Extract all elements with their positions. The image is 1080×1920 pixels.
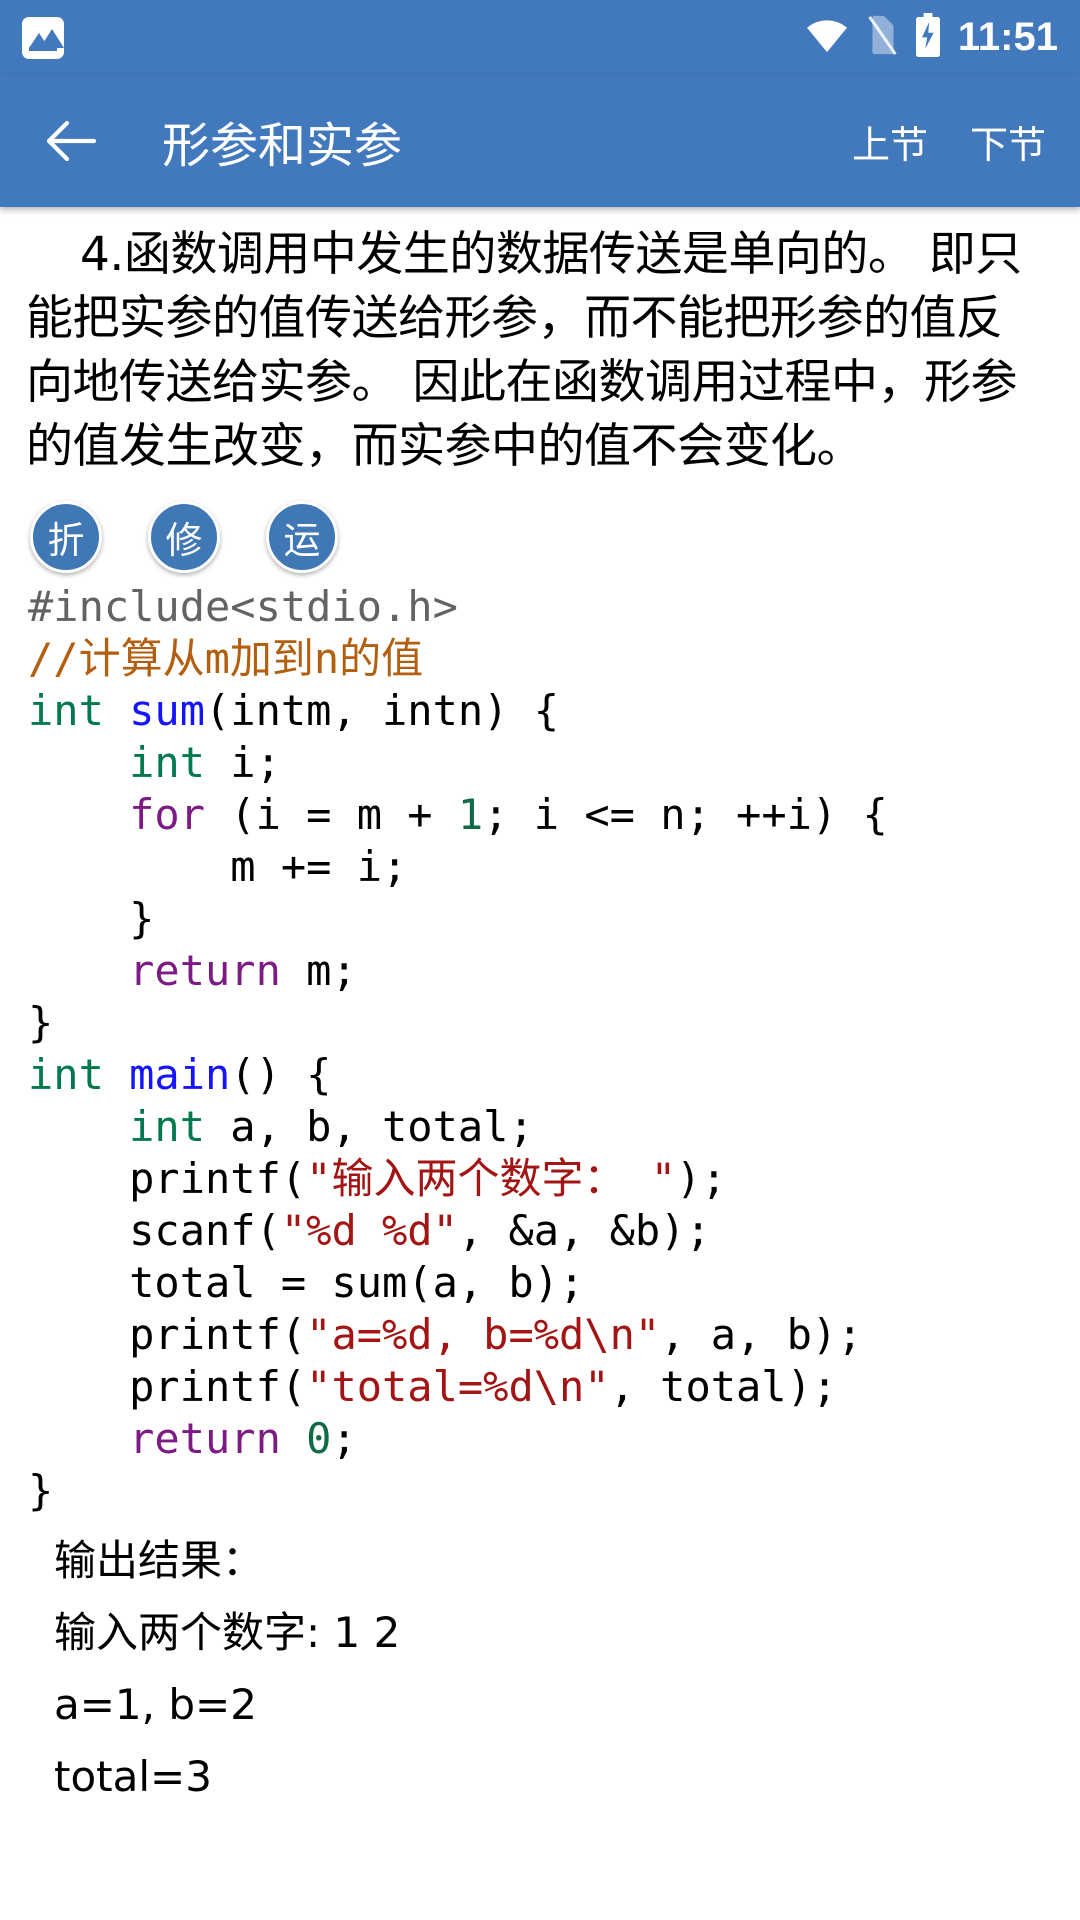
code-comment: //计算从m加到n的值 <box>28 634 424 683</box>
code-text: ; <box>331 1414 357 1463</box>
code-text: scanf( <box>28 1206 281 1255</box>
code-number: 1 <box>457 790 484 839</box>
code-function-main: main <box>103 1050 231 1099</box>
page-title: 形参和实参 <box>162 118 403 174</box>
code-keyword-int: int <box>28 738 206 787</box>
wifi-icon <box>804 16 850 59</box>
code-text: } <box>28 998 54 1047</box>
no-sim-icon <box>866 14 898 61</box>
chip-fold-button[interactable]: 折 <box>30 501 102 573</box>
program-output: 输出结果： 输入两个数字: 1 2 a=1, b=2 total=3 <box>0 1517 1080 1807</box>
output-line-2: a=1, b=2 <box>54 1680 257 1729</box>
status-bar: 11:51 <box>0 0 1080 75</box>
code-keyword-for: for <box>28 790 206 839</box>
app-bar-actions: 上节 下节 <box>852 114 1046 169</box>
code-keyword-return: return <box>28 1414 281 1463</box>
code-keyword-return: return <box>28 946 281 995</box>
action-chip-group: 折 修 运 <box>0 479 1080 573</box>
code-text: m; <box>280 946 357 995</box>
code-keyword-int: int <box>28 1102 206 1151</box>
code-text: () { <box>230 1050 332 1099</box>
output-line-3: total=3 <box>54 1752 212 1801</box>
lesson-paragraph: 4.函数调用中发生的数据传送是单向的。 即只能把实参的值传送给形参，而不能把形参… <box>26 227 1022 474</box>
code-preprocessor: #include<stdio.h> <box>28 582 458 631</box>
prev-section-button[interactable]: 上节 <box>852 114 928 169</box>
code-keyword-int: int <box>28 686 104 735</box>
code-text: printf( <box>28 1310 307 1359</box>
status-bar-right: 11:51 <box>804 13 1058 62</box>
back-button[interactable] <box>42 110 104 172</box>
chip-edit-button[interactable]: 修 <box>148 501 220 573</box>
code-text: } <box>28 1466 54 1515</box>
code-keyword-int: int <box>28 1050 104 1099</box>
status-bar-left <box>22 16 64 59</box>
code-text: , &a, &b); <box>457 1206 711 1255</box>
image-icon <box>22 16 64 59</box>
code-text: ; i <= n; ++i) { <box>483 790 888 839</box>
code-text: , total); <box>609 1362 838 1411</box>
code-text: printf( <box>28 1362 307 1411</box>
code-text: m += i; <box>28 842 408 891</box>
next-section-button[interactable]: 下节 <box>970 114 1046 169</box>
battery-charging-icon <box>914 13 942 62</box>
code-block[interactable]: #include<stdio.h> //计算从m加到n的值 int sum(in… <box>0 573 1080 1517</box>
code-string: "a=%d, b=%d\n" <box>306 1310 661 1359</box>
output-heading: 输出结果： <box>54 1536 265 1585</box>
status-bar-clock: 11:51 <box>957 15 1058 59</box>
code-text: (intm, intn) { <box>205 686 560 735</box>
code-text: , a, b); <box>660 1310 863 1359</box>
lesson-content: 4.函数调用中发生的数据传送是单向的。 即只能把实参的值传送给形参，而不能把形参… <box>0 207 1080 1920</box>
arrow-left-icon <box>46 120 97 162</box>
code-text: a, b, total; <box>205 1102 534 1151</box>
code-text: i; <box>205 738 281 787</box>
code-string: "输入两个数字： " <box>306 1154 677 1203</box>
chip-run-button[interactable]: 运 <box>266 501 338 573</box>
app-bar: 形参和实参 上节 下节 <box>0 75 1080 207</box>
output-line-1: 输入两个数字: 1 2 <box>54 1608 401 1657</box>
code-number: 0 <box>280 1414 332 1463</box>
code-string: "total=%d\n" <box>306 1362 610 1411</box>
code-text: total = sum(a, b); <box>28 1258 585 1307</box>
code-text: ); <box>676 1154 727 1203</box>
code-text: } <box>28 894 155 943</box>
code-function-sum: sum <box>103 686 206 735</box>
code-text: printf( <box>28 1154 307 1203</box>
code-text: (i = m + <box>205 790 458 839</box>
code-string: "%d %d" <box>280 1206 458 1255</box>
